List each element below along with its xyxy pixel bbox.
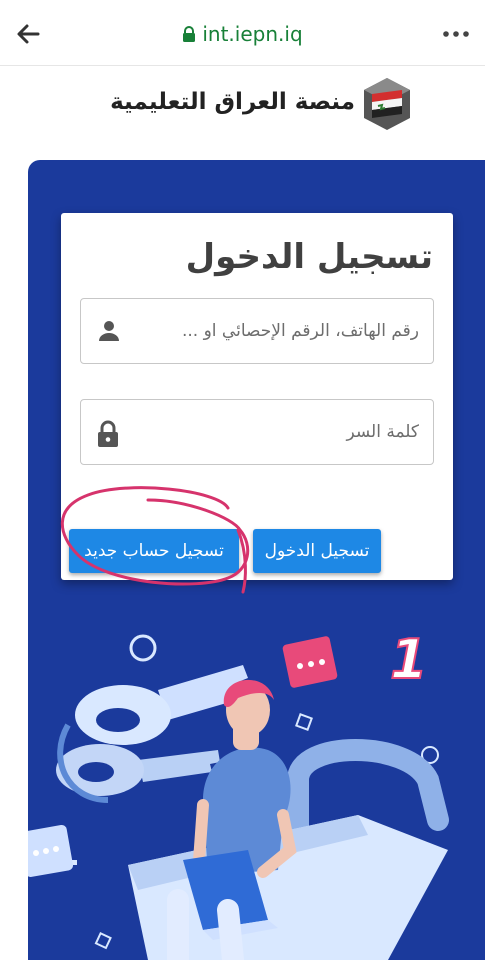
pink-circle-annotation bbox=[60, 486, 250, 594]
svg-text:1: 1 bbox=[390, 628, 428, 691]
browser-toolbar: int.iepn.iq bbox=[0, 0, 485, 66]
login-title: تسجيل الدخول bbox=[185, 237, 433, 277]
login-button[interactable]: تسجيل الدخول bbox=[253, 529, 381, 573]
decor-circle bbox=[129, 634, 157, 662]
site-title: منصة العراق التعليمية bbox=[110, 89, 355, 115]
decor-square bbox=[94, 932, 112, 950]
decor-square bbox=[295, 713, 313, 731]
number-one-badge: 1 bbox=[389, 627, 429, 692]
user-icon bbox=[97, 319, 121, 347]
url-text: int.iepn.iq bbox=[202, 22, 303, 46]
username-input[interactable] bbox=[139, 313, 419, 349]
password-field[interactable] bbox=[80, 399, 434, 465]
login-panel: تسجيل الدخول تسجيل الدخول تسجيل حساب جدي… bbox=[28, 160, 485, 960]
lock-icon bbox=[182, 24, 196, 48]
chat-bubble-icon bbox=[282, 636, 338, 688]
more-options-icon[interactable] bbox=[441, 22, 471, 46]
security-illustration: 1 bbox=[28, 627, 449, 960]
password-input[interactable] bbox=[139, 414, 419, 450]
address-bar[interactable]: int.iepn.iq bbox=[0, 22, 485, 48]
iraq-flag-logo-icon bbox=[362, 76, 412, 134]
site-header: منصة العراق التعليمية bbox=[0, 72, 485, 134]
padlock-icon bbox=[97, 420, 119, 452]
message-bubble-icon bbox=[28, 824, 74, 878]
username-field[interactable] bbox=[80, 298, 434, 364]
